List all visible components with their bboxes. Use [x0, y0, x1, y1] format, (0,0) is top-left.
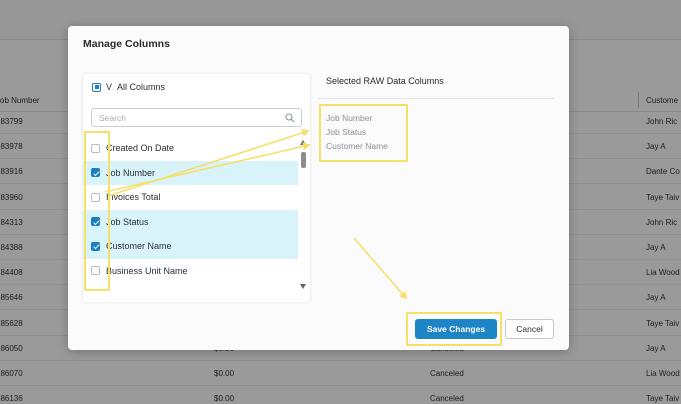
bg-column-separator [638, 92, 639, 108]
available-columns-panel: V All Columns Created On Date Job Number I… [83, 74, 310, 302]
bg-cell-customer: Jay A [646, 142, 666, 152]
column-option[interactable]: Business Unit Name [83, 259, 298, 284]
bg-cell-customer: Jay A [646, 243, 666, 252]
bg-row-divider [0, 359, 681, 361]
column-option-label: Job Status [106, 216, 149, 227]
bg-header-customer: Custome [646, 96, 679, 105]
bg-header-job-number: Job Number [0, 96, 40, 105]
bg-cell-job: 285628 [0, 318, 23, 328]
bg-cell-job: 286050 [0, 343, 23, 353]
selected-columns-divider [318, 98, 554, 99]
scroll-up-icon[interactable] [300, 140, 306, 145]
bg-cell-job: 285646 [0, 293, 23, 303]
bg-cell-customer: Lia Wood [646, 369, 680, 378]
bg-cell-job: 283960 [0, 192, 23, 202]
column-option-label: Invoices Total [106, 192, 161, 203]
scrollbar-thumb[interactable] [301, 152, 306, 168]
cancel-button[interactable]: Cancel [505, 319, 554, 339]
bg-cell-amount: $0.00 [214, 394, 235, 404]
selected-columns-title: Selected RAW Data Columns [326, 76, 444, 86]
annotation-box-selected-columns [319, 104, 408, 162]
column-option-label: Business Unit Name [106, 265, 188, 276]
bg-cell-customer: Taye Taiv [646, 192, 680, 202]
bg-cell-job: 283978 [0, 142, 23, 152]
annotation-box-save-button [406, 312, 502, 346]
bg-cell-job: 286070 [0, 369, 23, 378]
bg-cell-customer: John Ric [646, 217, 678, 227]
column-option[interactable]: Job Number [83, 160, 298, 185]
column-option-label: Created On Date [106, 143, 175, 154]
all-columns-toggle[interactable]: V All Columns [92, 82, 165, 92]
bg-cell-job: 283916 [0, 167, 23, 177]
column-list-scrollbar[interactable] [299, 136, 308, 294]
column-search[interactable] [91, 108, 302, 127]
bg-cell-customer: Dante Co [646, 167, 680, 177]
manage-columns-modal: Manage Columns V All Columns Created On … [68, 26, 569, 350]
bg-cell-job: 284388 [0, 243, 23, 252]
annotation-box-checkboxes [84, 131, 110, 291]
bg-cell-customer: Jay A [646, 343, 666, 353]
column-option[interactable]: Job Status [83, 209, 298, 234]
bg-cell-status: Canceled [430, 369, 464, 378]
bg-cell-customer: Taye Taiv [646, 318, 680, 328]
all-columns-checkbox[interactable] [92, 82, 101, 92]
all-columns-label: All Columns [117, 82, 166, 92]
column-option[interactable]: Customer Name [83, 234, 298, 259]
column-option-label: Job Number [106, 167, 156, 178]
scroll-down-icon[interactable] [300, 284, 306, 289]
column-list: Created On Date Job Number Invoices Total J… [83, 136, 298, 283]
bg-cell-customer: Lia Wood [646, 268, 680, 278]
bg-cell-customer: John Ric [646, 117, 678, 126]
bg-cell-amount: $0.00 [214, 369, 235, 378]
bg-cell-customer: Jay A [646, 293, 666, 303]
bg-cell-job: 283799 [0, 117, 23, 126]
chevron-down-icon[interactable]: V [106, 82, 112, 92]
bg-cell-customer: Taye Taiv [646, 394, 680, 404]
search-icon[interactable] [285, 113, 295, 123]
column-option[interactable]: Invoices Total [83, 185, 298, 210]
search-input[interactable] [92, 109, 272, 126]
bg-cell-job: 286136 [0, 394, 23, 404]
bg-cell-job: 284313 [0, 217, 23, 227]
bg-cell-status: Canceled [430, 394, 464, 404]
modal-title: Manage Columns [83, 38, 170, 50]
bg-row-divider [0, 385, 681, 386]
bg-cell-job: 284408 [0, 268, 23, 278]
column-option[interactable]: Created On Date [83, 136, 298, 161]
column-option-label: Customer Name [106, 241, 172, 252]
